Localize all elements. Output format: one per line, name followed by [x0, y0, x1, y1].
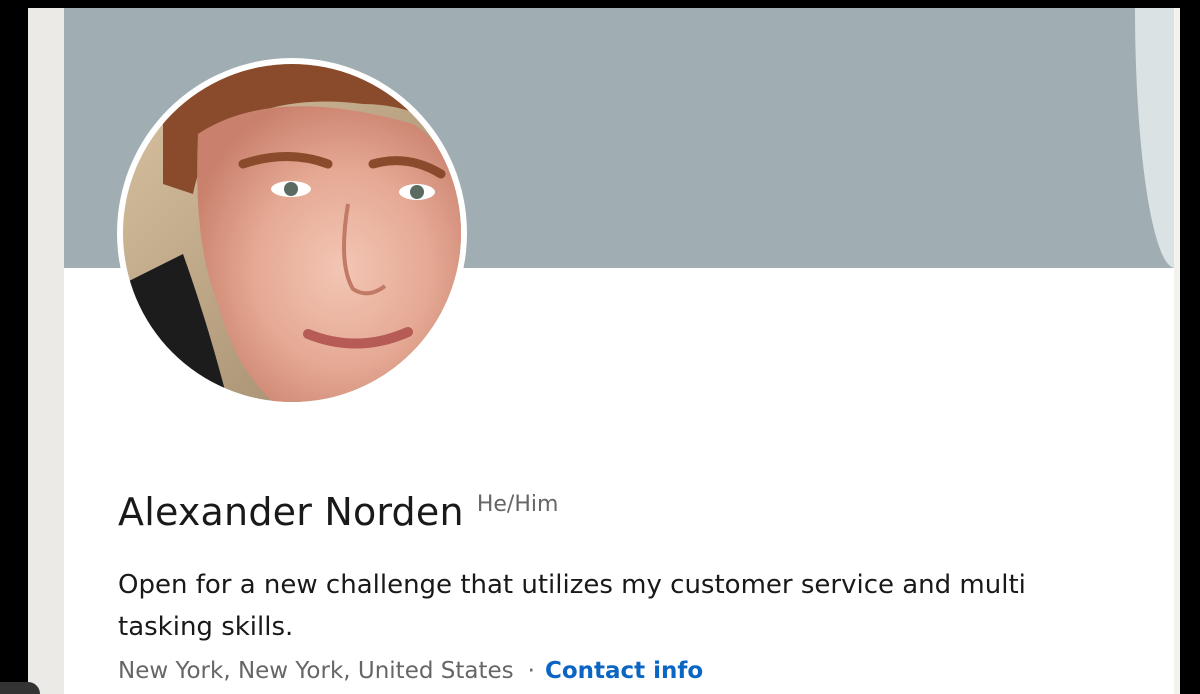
avatar-portrait-icon — [123, 64, 461, 402]
separator-dot: · — [527, 658, 535, 684]
profile-card: Alexander Norden He/Him Open for a new c… — [64, 8, 1174, 694]
screenshot: Alexander Norden He/Him Open for a new c… — [0, 0, 1200, 694]
contact-info-link[interactable]: Contact info — [545, 658, 703, 684]
pronouns: He/Him — [476, 492, 559, 517]
profile-headline: Open for a new challenge that utilizes m… — [118, 570, 1026, 642]
profile-location: New York, New York, United States — [118, 658, 514, 684]
profile-name: Alexander Norden — [118, 490, 464, 534]
location-row: New York, New York, United States · Contac… — [118, 658, 703, 684]
name-row: Alexander Norden He/Him — [118, 490, 558, 534]
profile-photo[interactable] — [123, 64, 461, 402]
screen-corner — [0, 682, 40, 694]
profile-photo-frame — [117, 58, 467, 408]
left-page-strip — [28, 8, 64, 694]
cover-edge — [1135, 8, 1174, 268]
